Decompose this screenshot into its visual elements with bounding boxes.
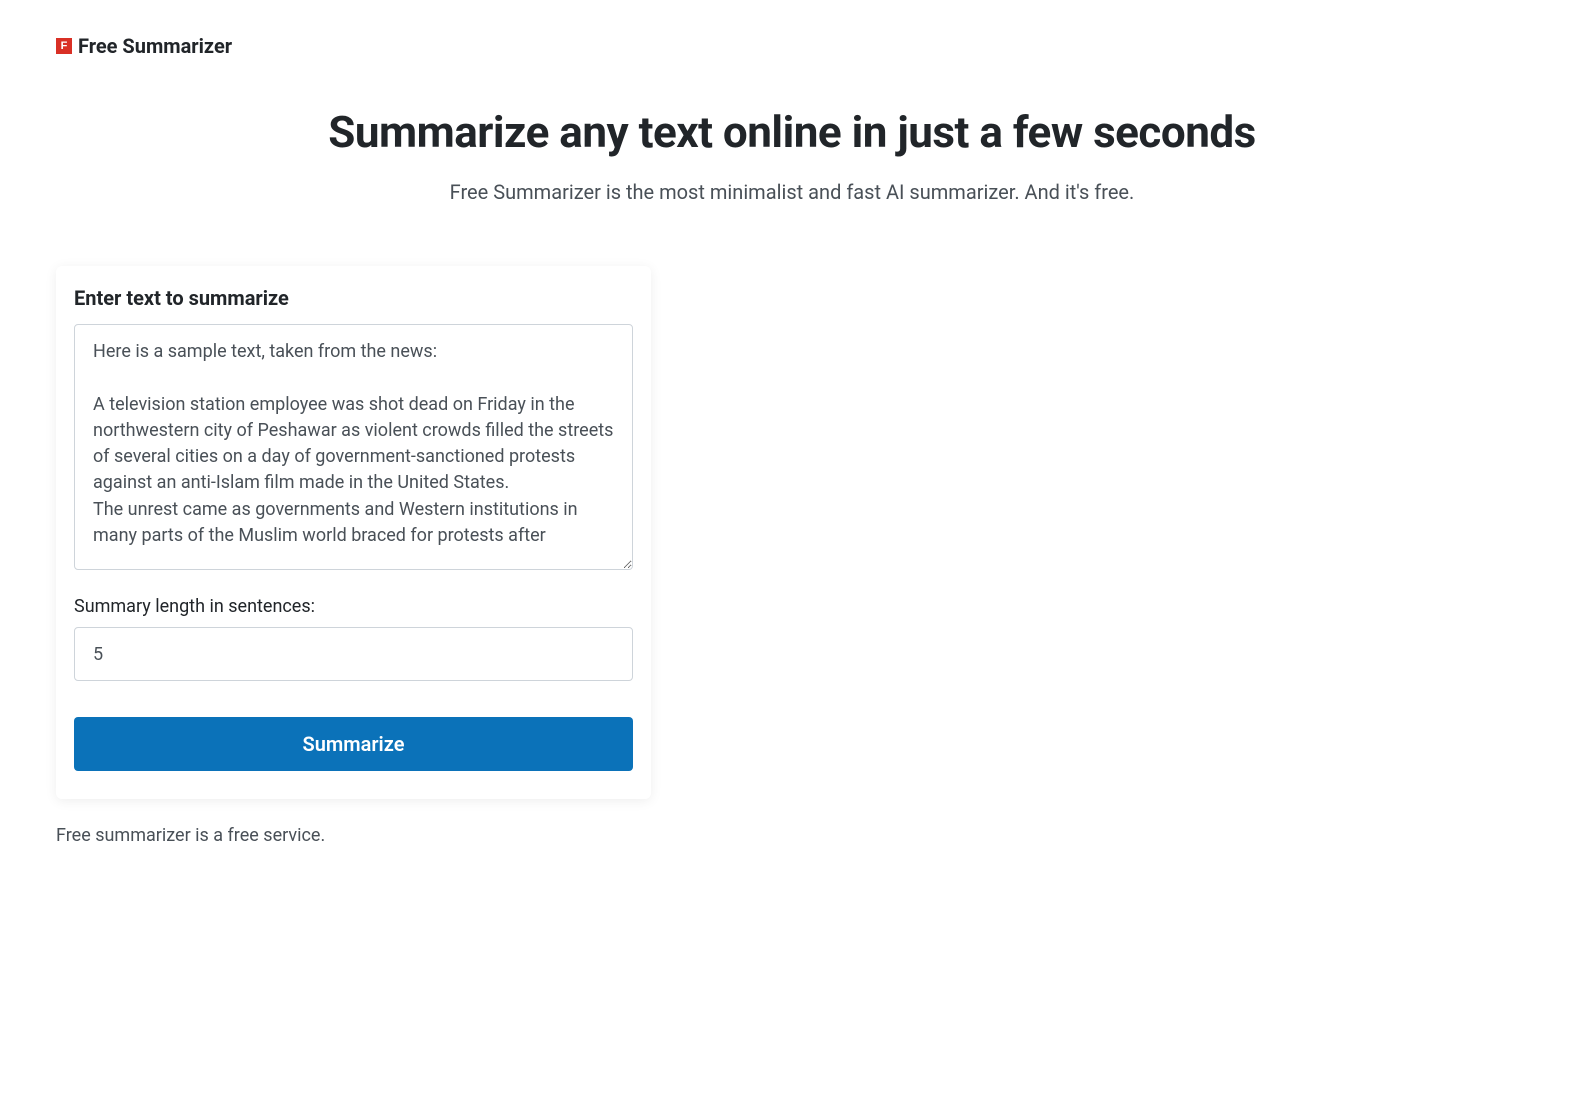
summarize-card: Enter text to summarize Summary length i… — [56, 266, 651, 799]
summarize-button[interactable]: Summarize — [74, 717, 633, 771]
logo-icon: F — [56, 38, 72, 54]
page-title: Summarize any text online in just a few … — [0, 106, 1584, 158]
footer-note: Free summarizer is a free service. — [0, 825, 1584, 846]
header: F Free Summarizer — [0, 0, 1584, 58]
page-subtitle: Free Summarizer is the most minimalist a… — [0, 180, 1584, 204]
length-label: Summary length in sentences: — [74, 596, 633, 617]
brand-name[interactable]: Free Summarizer — [78, 34, 232, 58]
length-input[interactable] — [74, 627, 633, 681]
hero-section: Summarize any text online in just a few … — [0, 106, 1584, 204]
card-title: Enter text to summarize — [74, 286, 633, 310]
text-input[interactable] — [74, 324, 633, 570]
